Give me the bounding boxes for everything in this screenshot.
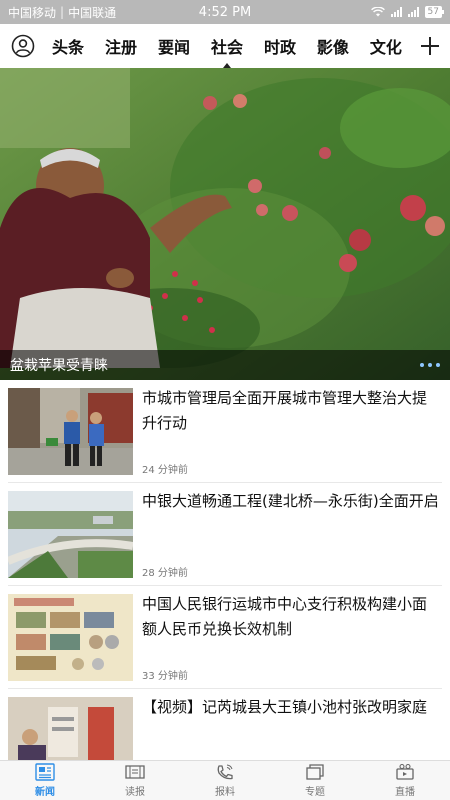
- user-button[interactable]: [0, 24, 46, 68]
- tab-live[interactable]: 直播: [360, 761, 450, 800]
- news-title: 中银大道畅通工程(建北桥—永乐街)全面开启: [142, 492, 439, 510]
- tab-images[interactable]: 影像: [315, 34, 351, 58]
- topics-icon: [306, 764, 324, 780]
- tab-politics[interactable]: 时政: [262, 34, 298, 58]
- news-time: 24 分钟前: [142, 465, 188, 476]
- news-item[interactable]: 中国人民银行运城市中心支行积极构建小面额人民币兑换长效机制 33 分钟前: [8, 586, 442, 689]
- signal-icon-2: [407, 7, 419, 17]
- bottom-tabbar: 新闻 读报 报料 专题 直播: [0, 760, 450, 800]
- news-time: 28 分钟前: [142, 568, 188, 579]
- plus-icon: [421, 37, 439, 55]
- channel-nav: 头条 注册 要闻 社会 时政 影像 文化: [0, 24, 450, 68]
- carousel-indicator: [420, 363, 440, 367]
- news-time: 33 分钟前: [142, 671, 188, 682]
- user-circle-icon: [11, 34, 35, 58]
- tab-topics-label: 专题: [305, 787, 325, 798]
- news-title: 中国人民银行运城市中心支行积极构建小面额人民币兑换长效机制: [142, 595, 428, 638]
- signal-icon: [390, 7, 402, 17]
- channel-tabs: 头条 注册 要闻 社会 时政 影像 文化: [46, 34, 410, 68]
- hero-caption-bar: 盆栽苹果受青睐: [0, 350, 450, 380]
- news-thumbnail: [8, 388, 133, 475]
- add-channel-button[interactable]: [410, 24, 450, 68]
- news-item[interactable]: 【视频】记芮城县大王镇小池村张改明家庭: [8, 689, 442, 760]
- tab-register[interactable]: 注册: [103, 34, 139, 58]
- carrier-info: 中国移动 | 中国联通: [8, 4, 371, 21]
- news-item[interactable]: 市城市管理局全面开展城市管理大整治大提升行动 24 分钟前: [8, 380, 442, 483]
- hero-caption: 盆栽苹果受青睐: [10, 358, 108, 374]
- news-thumbnail: [8, 594, 133, 681]
- news-item[interactable]: 中银大道畅通工程(建北桥—永乐街)全面开启 28 分钟前: [8, 483, 442, 586]
- tab-newspaper[interactable]: 读报: [90, 761, 180, 800]
- tab-report[interactable]: 报料: [180, 761, 270, 800]
- carrier-2: 中国联通: [68, 5, 117, 20]
- tab-headlines[interactable]: 要闻: [156, 34, 192, 58]
- hero-image: [0, 68, 450, 380]
- tab-topics[interactable]: 专题: [270, 761, 360, 800]
- wifi-icon: [370, 7, 385, 17]
- tab-toutiao[interactable]: 头条: [50, 34, 86, 58]
- tab-report-label: 报料: [215, 787, 235, 798]
- tab-news[interactable]: 新闻: [0, 761, 90, 800]
- carrier-1: 中国移动: [8, 5, 57, 20]
- hero-banner[interactable]: 盆栽苹果受青睐: [0, 68, 450, 380]
- news-icon: [35, 763, 55, 781]
- tab-culture[interactable]: 文化: [368, 34, 404, 58]
- carrier-separator: |: [60, 5, 65, 19]
- tab-live-label: 直播: [395, 787, 415, 798]
- phone-icon: [217, 764, 233, 780]
- news-feed: 市城市管理局全面开展城市管理大整治大提升行动 24 分钟前 中银大道畅通工程(建…: [0, 380, 450, 760]
- tab-news-label: 新闻: [35, 787, 55, 798]
- tab-society[interactable]: 社会: [209, 34, 245, 68]
- battery-icon: 57: [424, 6, 445, 18]
- news-title: 市城市管理局全面开展城市管理大整治大提升行动: [142, 389, 428, 432]
- news-thumbnail: [8, 491, 133, 578]
- news-title: 【视频】记芮城县大王镇小池村张改明家庭: [142, 698, 428, 716]
- newspaper-icon: [125, 765, 145, 779]
- live-icon: [396, 763, 414, 780]
- news-thumbnail: [8, 697, 133, 760]
- status-bar: 中国移动 | 中国联通 4:52 PM 57: [0, 0, 450, 24]
- tab-newspaper-label: 读报: [125, 787, 145, 798]
